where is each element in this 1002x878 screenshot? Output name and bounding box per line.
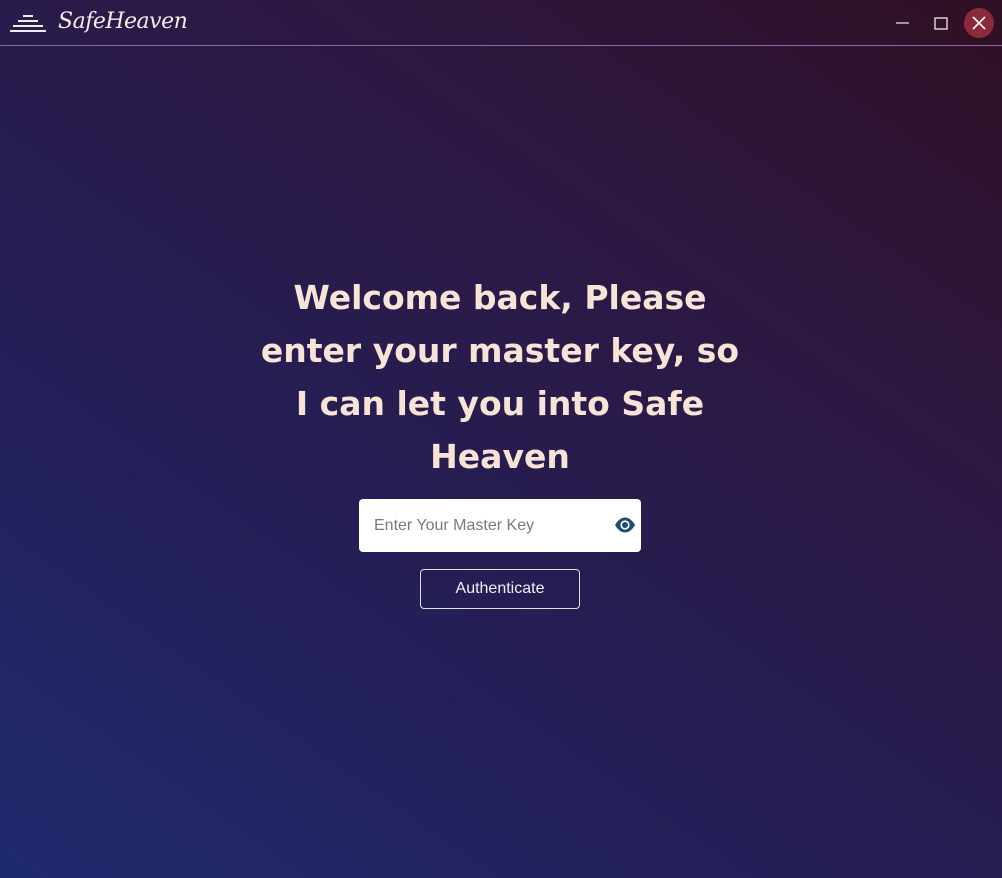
authenticate-button[interactable]: Authenticate [420, 569, 580, 609]
title-bar[interactable]: SafeHeaven [0, 0, 1002, 46]
app-window: SafeHeaven Welcome back, Please enter yo… [0, 0, 1002, 878]
master-key-field[interactable] [359, 499, 641, 552]
close-button[interactable] [964, 8, 994, 38]
close-icon [972, 16, 986, 30]
app-title: SafeHeaven [58, 9, 188, 34]
master-key-input[interactable] [359, 499, 599, 552]
minimize-button[interactable] [887, 8, 917, 38]
welcome-headline: Welcome back, Please enter your master k… [260, 278, 740, 476]
stacked-lines-logo-icon [10, 15, 46, 32]
login-panel: Welcome back, Please enter your master k… [0, 47, 1002, 878]
maximize-button[interactable] [926, 8, 956, 38]
eye-icon[interactable] [614, 516, 636, 534]
maximize-icon [934, 17, 948, 30]
minimize-icon [896, 22, 909, 24]
